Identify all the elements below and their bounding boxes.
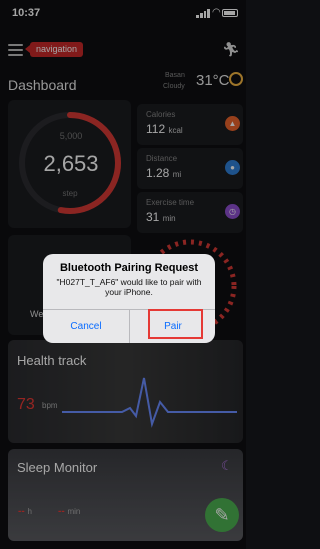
cancel-button[interactable]: Cancel bbox=[43, 310, 129, 343]
pair-button-highlight bbox=[148, 309, 203, 339]
alert-title: Bluetooth Pairing Request bbox=[59, 262, 199, 274]
alert-message: "H027T_T_AF6" would like to pair with yo… bbox=[56, 277, 202, 297]
